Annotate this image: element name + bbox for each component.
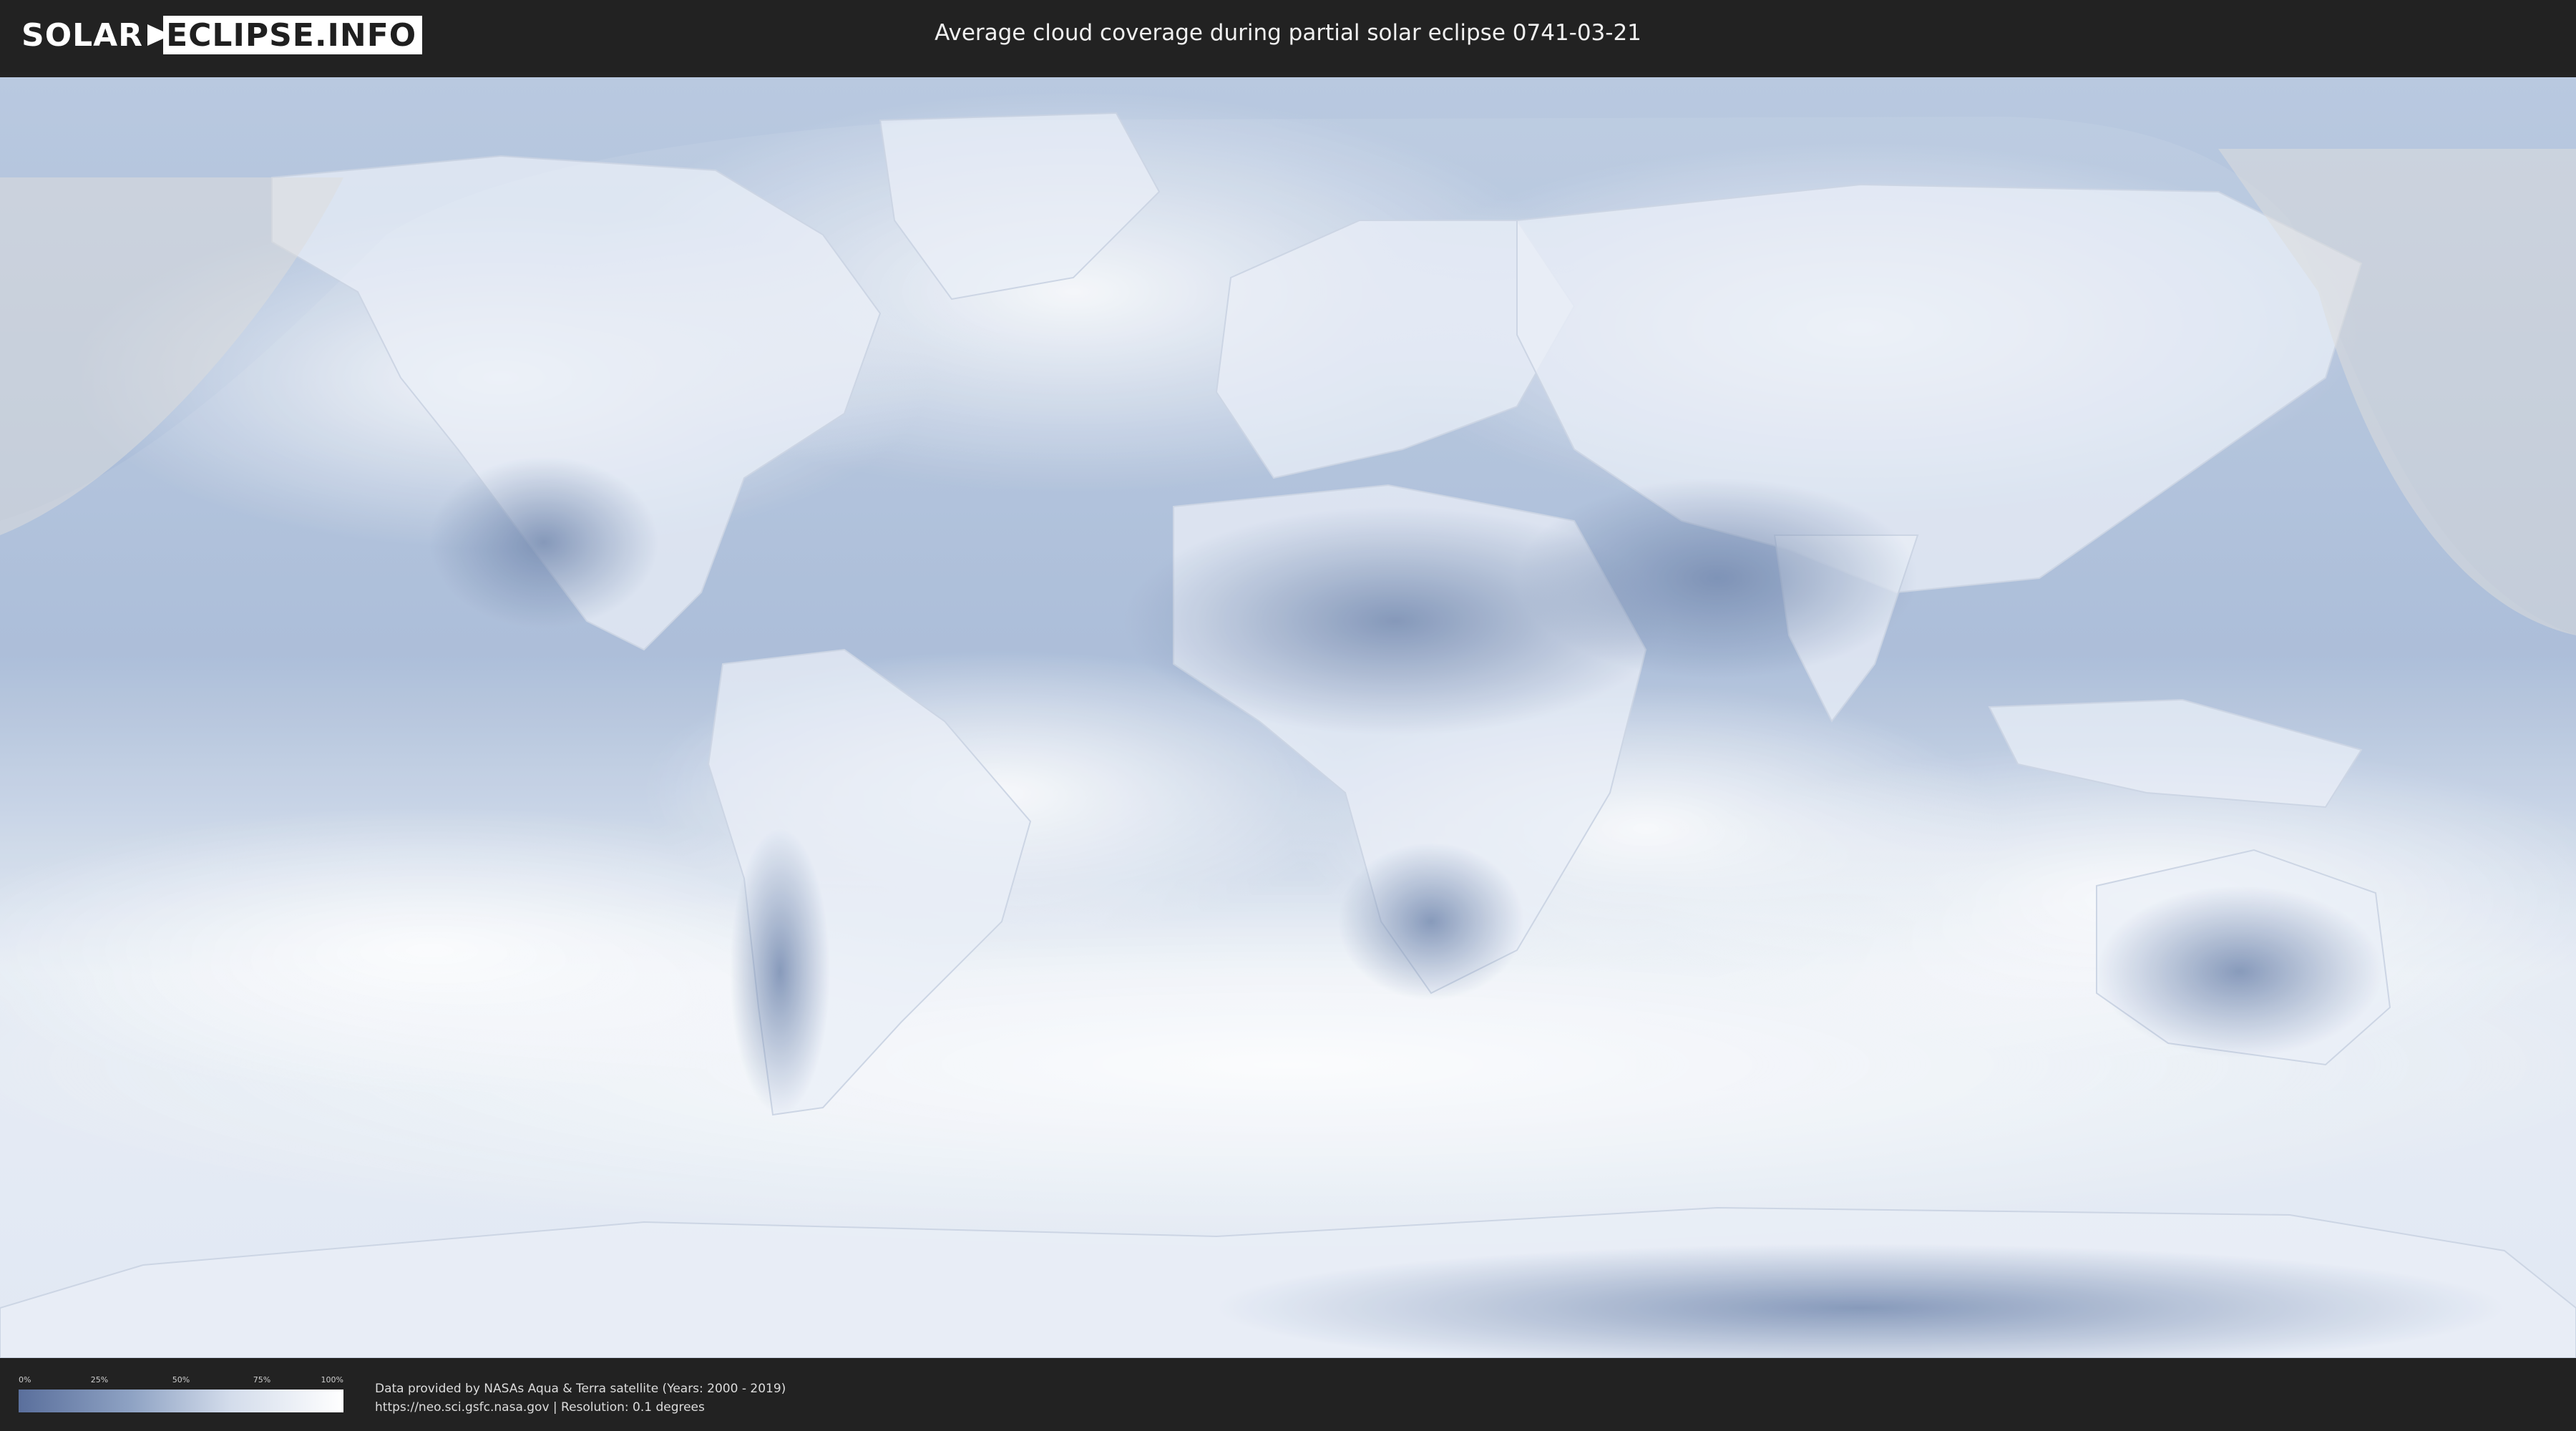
world-map-canvas bbox=[0, 77, 2576, 1358]
cloud-coverage-legend: 0% 25% 50% 75% 100% bbox=[19, 1375, 343, 1412]
legend-tick: 75% bbox=[253, 1375, 271, 1384]
legend-tick: 100% bbox=[321, 1375, 343, 1384]
page-title: Average cloud coverage during partial so… bbox=[935, 20, 1641, 46]
cloud-coverage-map[interactable] bbox=[0, 77, 2576, 1358]
header-bar: SOLAR ECLIPSE.INFO Average cloud coverag… bbox=[0, 0, 2576, 72]
legend-tick: 0% bbox=[19, 1375, 31, 1384]
legend-ticks: 0% 25% 50% 75% 100% bbox=[19, 1375, 343, 1387]
credits-link[interactable]: https://neo.sci.gsfc.nasa.gov | Resoluti… bbox=[375, 1398, 786, 1417]
eclipse-visibility-zone bbox=[0, 117, 2576, 1358]
data-credits: Data provided by NASAs Aqua & Terra sate… bbox=[375, 1379, 786, 1417]
legend-tick: 50% bbox=[172, 1375, 190, 1384]
legend-color-bar bbox=[19, 1390, 343, 1412]
legend-tick: 25% bbox=[90, 1375, 109, 1384]
footer-bar: 0% 25% 50% 75% 100% Data provided by NAS… bbox=[0, 1358, 2576, 1431]
credits-source: Data provided by NASAs Aqua & Terra sate… bbox=[375, 1382, 786, 1396]
